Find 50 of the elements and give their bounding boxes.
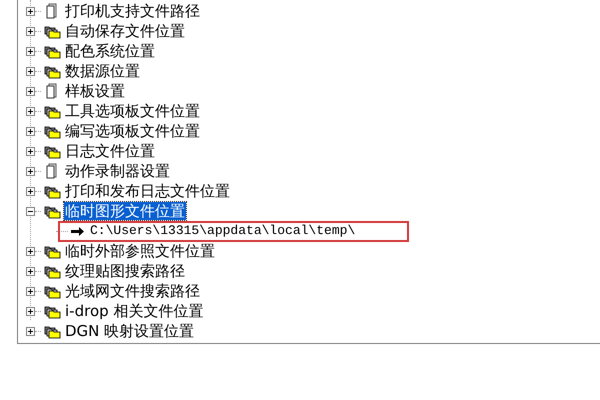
tree-item-label[interactable]: i-drop 相关文件位置 — [64, 302, 204, 320]
folder-stack-icon — [44, 204, 60, 218]
tree-item-label[interactable]: 配色系统位置 — [64, 42, 156, 60]
folder-stack-icon — [44, 124, 60, 138]
expand-toggle[interactable] — [26, 306, 35, 316]
expand-toggle[interactable] — [26, 66, 35, 76]
expand-toggle[interactable] — [26, 26, 35, 36]
expand-toggle[interactable] — [26, 246, 35, 256]
document-icon — [46, 3, 58, 19]
arrow-icon — [70, 226, 85, 236]
document-icon — [46, 163, 58, 179]
folder-stack-icon — [44, 64, 60, 78]
expand-toggle[interactable] — [26, 326, 35, 336]
tree-item-label[interactable]: 纹理贴图搜索路径 — [64, 262, 186, 280]
path-value[interactable]: C:\Users\13315\appdata\local\temp\ — [90, 221, 356, 241]
tree-item-label[interactable]: 打印机支持文件路径 — [64, 2, 201, 20]
collapse-toggle[interactable] — [26, 206, 35, 216]
expand-toggle[interactable] — [26, 126, 35, 136]
expand-toggle[interactable] — [26, 186, 35, 196]
tree-item-label[interactable]: 自动保存文件位置 — [64, 22, 186, 40]
folder-stack-icon — [44, 304, 60, 318]
expand-toggle[interactable] — [26, 146, 35, 156]
folder-stack-icon — [44, 44, 60, 58]
tree-item-label[interactable]: 临时图形文件位置 — [64, 202, 186, 220]
tree-item-label[interactable]: DGN 映射设置位置 — [64, 322, 196, 340]
tree-item-label[interactable]: 工具选项板文件位置 — [64, 102, 201, 120]
expand-toggle[interactable] — [26, 46, 35, 56]
folder-stack-icon — [44, 184, 60, 198]
tree-item-label[interactable]: 光域网文件搜索路径 — [64, 282, 201, 300]
document-icon — [46, 83, 58, 99]
folder-stack-icon — [44, 244, 60, 258]
expand-toggle[interactable] — [26, 266, 35, 276]
expand-toggle[interactable] — [26, 86, 35, 96]
tree-item-label[interactable]: 动作录制器设置 — [64, 162, 171, 180]
tree-item-label[interactable]: 日志文件位置 — [64, 142, 156, 160]
tree-item-label[interactable]: 样板设置 — [64, 82, 126, 100]
expand-toggle[interactable] — [26, 166, 35, 176]
folder-stack-icon — [44, 284, 60, 298]
expand-toggle[interactable] — [26, 6, 35, 16]
folder-stack-icon — [44, 264, 60, 278]
folder-stack-icon — [44, 24, 60, 38]
folder-stack-icon — [44, 144, 60, 158]
expand-toggle[interactable] — [26, 286, 35, 296]
expand-toggle[interactable] — [26, 106, 35, 116]
folder-stack-icon — [44, 324, 60, 338]
tree-item-label[interactable]: 临时外部参照文件位置 — [64, 242, 216, 260]
tree-item-label[interactable]: 数据源位置 — [64, 62, 141, 80]
folder-stack-icon — [44, 104, 60, 118]
tree-item-label[interactable]: 编写选项板文件位置 — [64, 122, 201, 140]
tree-item-label[interactable]: 打印和发布日志文件位置 — [64, 182, 231, 200]
